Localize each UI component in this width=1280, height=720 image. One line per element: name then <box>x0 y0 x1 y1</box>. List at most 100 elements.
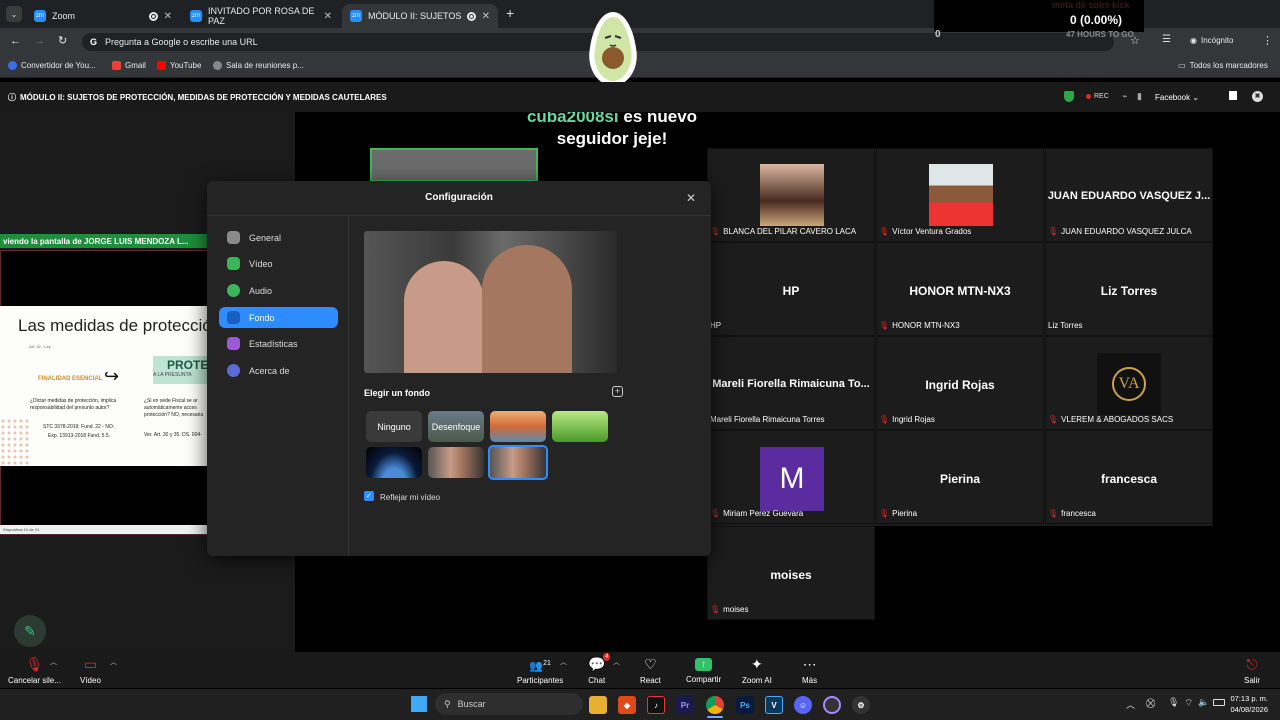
participant-tile[interactable]: HONOR MTN-NX3 🎙 HONOR MTN-NX3 <box>876 242 1044 336</box>
leave-button[interactable]: ⎋ Salir <box>1244 656 1260 685</box>
clock[interactable]: 07:13 p. m. 04/08/2026 <box>1226 693 1268 715</box>
participant-photo <box>760 164 824 226</box>
tray-app-icon[interactable]: ⛒ <box>1146 698 1155 709</box>
facebook-live-dropdown[interactable]: Facebook ⌄ <box>1155 93 1199 102</box>
bg-option-photo-1[interactable] <box>428 447 484 478</box>
premiere-icon[interactable]: Pr <box>676 696 694 714</box>
photoshop-icon[interactable]: Ps <box>736 696 754 714</box>
encryption-shield-icon[interactable] <box>1064 91 1074 102</box>
participants-options-chevron[interactable]: ︿ <box>560 657 567 667</box>
reading-list-icon[interactable]: ☰ <box>1162 34 1171 45</box>
live-stream-icon[interactable]: ⌁ <box>1122 91 1127 102</box>
participant-tile[interactable]: Mareli Fiorella Rimaicuna To... Mareli F… <box>707 336 875 430</box>
app-settings-icon[interactable]: ⚙ <box>852 696 870 714</box>
participant-tile[interactable]: Ingrid Rojas 🎙 Ingrid Rojas <box>876 336 1044 430</box>
file-explorer-icon[interactable] <box>589 696 607 714</box>
mute-options-chevron[interactable]: ︿ <box>50 657 57 667</box>
discord-icon[interactable]: ☺ <box>794 696 812 714</box>
rec-indicator[interactable]: REC <box>1086 93 1109 100</box>
close-tab-icon[interactable]: ✕ <box>482 11 490 22</box>
participant-tile[interactable]: VA 🎙 VLEREM & ABOGADOS SACS <box>1045 336 1213 430</box>
nav-acerca-de[interactable]: Acerca de <box>219 360 338 381</box>
subs-goal-label: meta de subs kick <box>1052 0 1130 10</box>
browser-menu-icon[interactable]: ⋮ <box>1262 34 1273 47</box>
bg-option-bridge[interactable] <box>490 411 546 442</box>
zoom-favicon-icon: zm <box>350 10 362 22</box>
subs-left: 0 <box>935 29 941 40</box>
nav-video[interactable]: Vídeo <box>219 253 338 274</box>
nav-audio[interactable]: Audio <box>219 280 338 301</box>
view-layout-icon[interactable] <box>1229 91 1237 100</box>
incognito-badge[interactable]: ◉ Incógnito <box>1190 36 1233 45</box>
add-background-button[interactable]: + <box>612 386 623 397</box>
nav-general[interactable]: General <box>219 227 338 248</box>
vegas-icon[interactable]: V <box>765 696 783 714</box>
participant-tile[interactable]: 🎙 Víctor Ventura Grados <box>876 148 1044 242</box>
nav-fondo[interactable]: Fondo <box>219 307 338 328</box>
tiktok-icon[interactable]: ♪ <box>647 696 665 714</box>
globe-icon <box>213 61 222 70</box>
new-tab-button[interactable]: + <box>506 5 514 21</box>
tab-modulo[interactable]: zm MÓDULO II: SUJETOS DE PR ✕ <box>342 4 498 28</box>
participant-tile[interactable]: moises 🎙 moises <box>707 526 875 620</box>
nav-label: Fondo <box>249 312 275 323</box>
obs-icon[interactable] <box>823 696 841 714</box>
bg-option-photo-2-selected[interactable] <box>488 445 548 480</box>
participant-tile[interactable]: Pierina 🎙 Pierina <box>876 430 1044 524</box>
presentation-slide: Las medidas de protección Art. 32 - Ley … <box>0 306 221 466</box>
mic-muted-icon: 🎙 <box>1048 227 1059 236</box>
tab-invitado[interactable]: zm INVITADO POR ROSA DE PAZ ✕ <box>182 4 340 28</box>
chrome-icon[interactable] <box>706 696 724 714</box>
tray-chevron-icon[interactable]: ︿ <box>1126 698 1135 711</box>
windows-taskbar <box>0 689 1280 720</box>
start-menu-icon[interactable] <box>411 696 427 712</box>
close-icon[interactable]: ✕ <box>686 191 696 205</box>
mirror-video-checkbox[interactable]: ✓ <box>364 491 374 501</box>
mic-muted-icon: 🎙 <box>1048 509 1059 518</box>
participant-tile[interactable]: JUAN EDUARDO VASQUEZ J... 🎙 JUAN EDUARDO … <box>1045 148 1213 242</box>
participants-button[interactable]: 👥21 Participantes <box>517 656 563 685</box>
wifi-icon[interactable]: ⌔ <box>1184 697 1193 710</box>
bg-option-earth[interactable] <box>366 447 422 478</box>
participant-tile[interactable]: Liz Torres Liz Torres <box>1045 242 1213 336</box>
volume-icon[interactable]: 🔈 <box>1198 697 1209 708</box>
video-options-chevron[interactable]: ︿ <box>110 657 117 667</box>
self-video-thumbnail[interactable] <box>370 148 538 182</box>
brave-browser-icon[interactable]: ◆ <box>618 696 636 714</box>
close-tab-icon[interactable]: ✕ <box>164 11 172 22</box>
tray-mic-icon[interactable]: 🎙 <box>1168 697 1179 708</box>
chat-button[interactable]: 💬 4 Chat <box>588 653 611 685</box>
bg-option-grass[interactable] <box>552 411 608 442</box>
zoom-ai-button[interactable]: ✦ Zoom AI <box>742 656 772 685</box>
close-tab-icon[interactable]: ✕ <box>324 11 332 22</box>
battery-icon[interactable] <box>1213 699 1225 706</box>
taskbar-search[interactable]: ⚲ Buscar <box>435 693 583 715</box>
participant-tile[interactable]: HP HP <box>707 242 875 336</box>
back-button[interactable]: ← <box>10 35 21 47</box>
chat-options-chevron[interactable]: ︿ <box>613 657 620 667</box>
tab-search-button[interactable]: ⌄ <box>6 6 22 22</box>
participant-tile[interactable]: francesca 🎙 francesca <box>1045 430 1213 524</box>
info-icon[interactable]: ⓘ <box>8 93 16 102</box>
share-button[interactable]: ↑ Compartir <box>686 656 721 684</box>
clock-time: 07:13 p. m. <box>1230 694 1268 703</box>
video-button[interactable]: ▭ Vídeo <box>80 656 101 685</box>
tab-zoom[interactable]: zm Zoom ✕ <box>26 4 180 28</box>
bookmark-youtube[interactable]: YouTube <box>157 61 201 70</box>
bookmark-convertidor[interactable]: Convertidor de You... <box>8 61 96 70</box>
annotate-pencil-button[interactable]: ✎ <box>14 615 46 647</box>
bookmark-gmail[interactable]: Gmail <box>112 61 146 70</box>
fullscreen-icon[interactable]: ▣ <box>1252 91 1263 102</box>
participant-tile[interactable]: 🎙 BLANCA DEL PILAR CAVERO LACA <box>707 148 875 242</box>
participant-name: VLEREM & ABOGADOS SACS <box>1061 415 1174 424</box>
nav-estadisticas[interactable]: Estadísticas <box>219 333 338 354</box>
bg-option-blur[interactable]: Desenfoque <box>428 411 484 442</box>
participant-tile[interactable]: M 🎙 Miriam Perez Guevara <box>707 430 875 524</box>
forward-button[interactable]: → <box>34 35 45 47</box>
bookmark-sala[interactable]: Sala de reuniones p... <box>213 61 304 70</box>
more-button[interactable]: ⋯ Más <box>802 656 817 685</box>
reload-button[interactable]: ↻ <box>58 34 67 47</box>
bg-option-none[interactable]: Ninguno <box>366 411 422 442</box>
react-button[interactable]: ♡ React <box>640 656 661 685</box>
all-bookmarks[interactable]: ▭ Todos los marcadores <box>1178 61 1268 70</box>
